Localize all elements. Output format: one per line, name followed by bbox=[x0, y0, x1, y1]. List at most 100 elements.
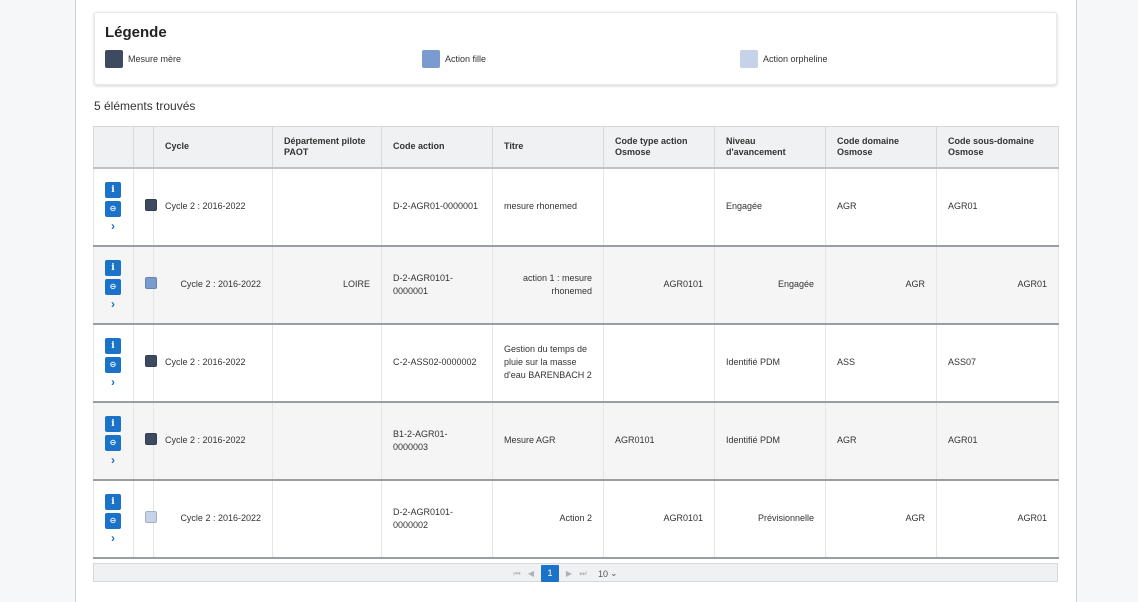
header-type bbox=[133, 126, 154, 169]
cell-titre: mesure rhonemed bbox=[492, 167, 604, 247]
print-button[interactable]: ⊖ bbox=[105, 200, 121, 217]
cell-sous-domaine: ASS07 bbox=[936, 323, 1059, 403]
row-actions: i ⊖ › bbox=[93, 167, 134, 247]
cell-domaine: AGR bbox=[825, 245, 937, 325]
cell-niveau: Engagée bbox=[714, 245, 826, 325]
print-button[interactable]: ⊖ bbox=[105, 356, 121, 373]
legend-panel: Légende Mesure mère Action fille Action … bbox=[94, 12, 1057, 85]
row-actions: i ⊖ › bbox=[93, 401, 134, 481]
cell-domaine: AGR bbox=[825, 401, 937, 481]
cell-titre: Action 2 bbox=[492, 479, 604, 559]
chevron-right-icon[interactable]: › bbox=[105, 454, 121, 466]
chevron-right-icon[interactable]: › bbox=[105, 298, 121, 310]
cell-cycle: Cycle 2 : 2016-2022 bbox=[153, 167, 273, 247]
print-button[interactable]: ⊖ bbox=[105, 278, 121, 295]
legend-label-action-fille: Action fille bbox=[445, 54, 487, 64]
row-type-swatch bbox=[145, 198, 157, 211]
cell-niveau: Prévisionnelle bbox=[714, 479, 826, 559]
chevron-right-icon[interactable]: › bbox=[105, 532, 121, 544]
pagination-bar: ⏮ ◀ 1 ▶ ⏭ 10 ⌄ bbox=[93, 563, 1058, 582]
cell-code-type bbox=[603, 323, 715, 403]
cell-cycle: Cycle 2 : 2016-2022 bbox=[153, 245, 273, 325]
cell-domaine: AGR bbox=[825, 479, 937, 559]
cell-domaine: ASS bbox=[825, 323, 937, 403]
cell-code-type bbox=[603, 167, 715, 247]
cell-titre: Mesure AGR bbox=[492, 401, 604, 481]
first-page-icon[interactable]: ⏮ bbox=[510, 569, 524, 579]
cell-titre: Gestion du temps de pluie sur la masse d… bbox=[492, 323, 604, 403]
cell-domaine: AGR bbox=[825, 167, 937, 247]
cell-code-action: D-2-AGR0101-0000001 bbox=[381, 245, 493, 325]
row-type-cell bbox=[133, 323, 157, 403]
cell-code-action: B1-2-AGR01-0000003 bbox=[381, 401, 493, 481]
header-cycle[interactable]: Cycle bbox=[153, 126, 273, 169]
cell-titre: action 1 : mesure rhonemed bbox=[492, 245, 604, 325]
header-actions bbox=[93, 126, 134, 169]
legend-item-mesure-mere: Mesure mère bbox=[105, 50, 181, 68]
page-size-select[interactable]: 10 bbox=[598, 569, 608, 579]
table-header-row: Cycle Département pilote PAOT Code actio… bbox=[93, 126, 1059, 169]
chevron-down-icon[interactable]: ⌄ bbox=[610, 568, 618, 579]
cell-departement: LOIRE bbox=[272, 245, 382, 325]
cell-code-action: D-2-AGR0101-0000002 bbox=[381, 479, 493, 559]
row-type-cell bbox=[133, 167, 157, 247]
cell-cycle: Cycle 2 : 2016-2022 bbox=[153, 401, 273, 481]
cell-code-action: D-2-AGR01-0000001 bbox=[381, 167, 493, 247]
cell-niveau: Engagée bbox=[714, 167, 826, 247]
legend-item-action-fille: Action fille bbox=[422, 50, 486, 68]
row-type-cell bbox=[133, 245, 157, 325]
cell-sous-domaine: AGR01 bbox=[936, 245, 1059, 325]
print-button[interactable]: ⊖ bbox=[105, 512, 121, 529]
row-type-swatch bbox=[145, 432, 157, 445]
legend-title: Légende bbox=[105, 24, 167, 41]
chevron-right-icon[interactable]: › bbox=[105, 220, 121, 232]
pagination-controls: ⏮ ◀ 1 ▶ ⏭ 10 ⌄ bbox=[510, 564, 618, 583]
table-row: i ⊖ › Cycle 2 : 2016-2022 B1-2-AGR01-000… bbox=[93, 401, 1059, 481]
legend-swatch-action-orpheline bbox=[740, 50, 758, 68]
info-button[interactable]: i bbox=[105, 259, 121, 276]
header-departement[interactable]: Département pilote PAOT bbox=[272, 126, 382, 169]
cell-sous-domaine: AGR01 bbox=[936, 479, 1059, 559]
legend-item-action-orpheline: Action orpheline bbox=[740, 50, 828, 68]
legend-label-mesure-mere: Mesure mère bbox=[128, 54, 182, 64]
cell-cycle: Cycle 2 : 2016-2022 bbox=[153, 479, 273, 559]
cell-departement bbox=[272, 167, 382, 247]
header-code-domaine[interactable]: Code domaine Osmose bbox=[825, 126, 937, 169]
header-titre[interactable]: Titre bbox=[492, 126, 604, 169]
chevron-right-icon[interactable]: › bbox=[105, 376, 121, 388]
print-button[interactable]: ⊖ bbox=[105, 434, 121, 451]
row-type-cell bbox=[133, 401, 157, 481]
legend-label-action-orpheline: Action orpheline bbox=[763, 54, 828, 64]
row-actions: i ⊖ › bbox=[93, 479, 134, 559]
info-button[interactable]: i bbox=[105, 493, 121, 510]
legend-swatch-action-fille bbox=[422, 50, 440, 68]
cell-sous-domaine: AGR01 bbox=[936, 401, 1059, 481]
page-number-current[interactable]: 1 bbox=[541, 565, 559, 582]
cell-departement bbox=[272, 479, 382, 559]
prev-page-icon[interactable]: ◀ bbox=[524, 569, 538, 578]
cell-departement bbox=[272, 323, 382, 403]
results-count: 5 éléments trouvés bbox=[94, 99, 196, 113]
row-type-cell bbox=[133, 479, 157, 559]
header-code-action[interactable]: Code action bbox=[381, 126, 493, 169]
info-button[interactable]: i bbox=[105, 181, 121, 198]
row-actions: i ⊖ › bbox=[93, 245, 134, 325]
cell-code-type: AGR0101 bbox=[603, 479, 715, 559]
row-type-swatch bbox=[145, 276, 157, 289]
info-button[interactable]: i bbox=[105, 415, 121, 432]
header-code-type-action[interactable]: Code type action Osmose bbox=[603, 126, 715, 169]
cell-code-type: AGR0101 bbox=[603, 401, 715, 481]
results-table: Cycle Département pilote PAOT Code actio… bbox=[93, 126, 1059, 559]
table-row: i ⊖ › Cycle 2 : 2016-2022 D-2-AGR0101-00… bbox=[93, 479, 1059, 559]
cell-code-type: AGR0101 bbox=[603, 245, 715, 325]
next-page-icon[interactable]: ▶ bbox=[562, 569, 576, 578]
header-niveau-avancement[interactable]: Niveau d'avancement bbox=[714, 126, 826, 169]
cell-sous-domaine: AGR01 bbox=[936, 167, 1059, 247]
table-row: i ⊖ › Cycle 2 : 2016-2022 C-2-ASS02-0000… bbox=[93, 323, 1059, 403]
legend-swatch-mesure-mere bbox=[105, 50, 123, 68]
info-button[interactable]: i bbox=[105, 337, 121, 354]
cell-niveau: Identifié PDM bbox=[714, 401, 826, 481]
table-row: i ⊖ › Cycle 2 : 2016-2022 D-2-AGR01-0000… bbox=[93, 167, 1059, 247]
header-code-sous-domaine[interactable]: Code sous-domaine Osmose bbox=[936, 126, 1059, 169]
last-page-icon[interactable]: ⏭ bbox=[576, 569, 590, 579]
